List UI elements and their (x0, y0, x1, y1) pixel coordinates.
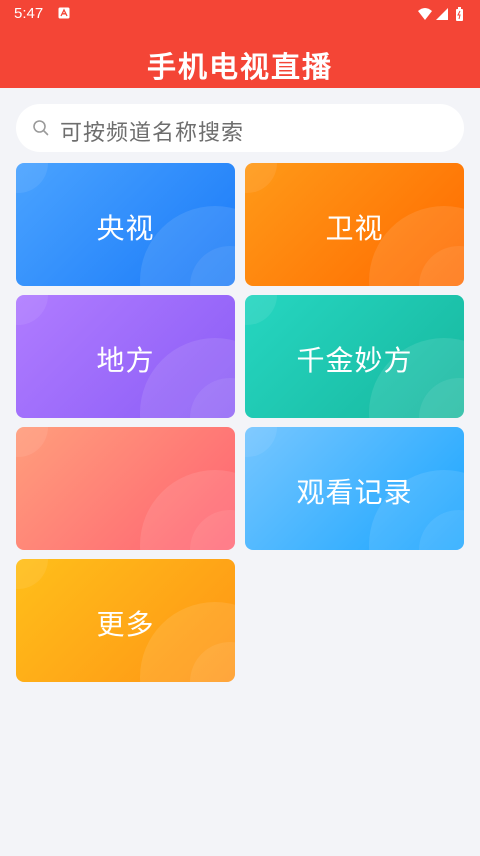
tile-label: 央视 (96, 212, 155, 245)
search-icon (33, 120, 49, 136)
tile-satellite[interactable]: 卫视 (245, 163, 464, 286)
signal-icon (436, 8, 448, 20)
search-input[interactable]: 可按频道名称搜索 (16, 104, 464, 152)
app-header: 5:47 手机电视直播 (0, 0, 480, 88)
search-placeholder: 可按频道名称搜索 (60, 121, 245, 146)
wifi-icon (418, 8, 432, 20)
tile-label: 卫视 (325, 212, 384, 245)
status-bar: 5:47 (0, 0, 480, 26)
status-time: 5:47 (14, 5, 44, 22)
tile-local[interactable]: 地方 (16, 295, 235, 418)
tile-label: 千金妙方 (296, 344, 413, 377)
tile-unlabeled[interactable] (16, 427, 235, 550)
tile-watch-history[interactable]: 观看记录 (245, 427, 464, 550)
tile-more[interactable]: 更多 (16, 559, 235, 682)
tile-label: 观看记录 (296, 476, 413, 509)
tile-cctv[interactable]: 央视 (16, 163, 235, 286)
tile-label: 更多 (96, 608, 155, 641)
tile-label: 地方 (96, 344, 155, 377)
tile-remedies[interactable]: 千金妙方 (245, 295, 464, 418)
app-notification-icon (58, 7, 70, 19)
page-title: 手机电视直播 (146, 50, 333, 84)
battery-icon (456, 7, 463, 21)
status-icons (418, 7, 463, 21)
